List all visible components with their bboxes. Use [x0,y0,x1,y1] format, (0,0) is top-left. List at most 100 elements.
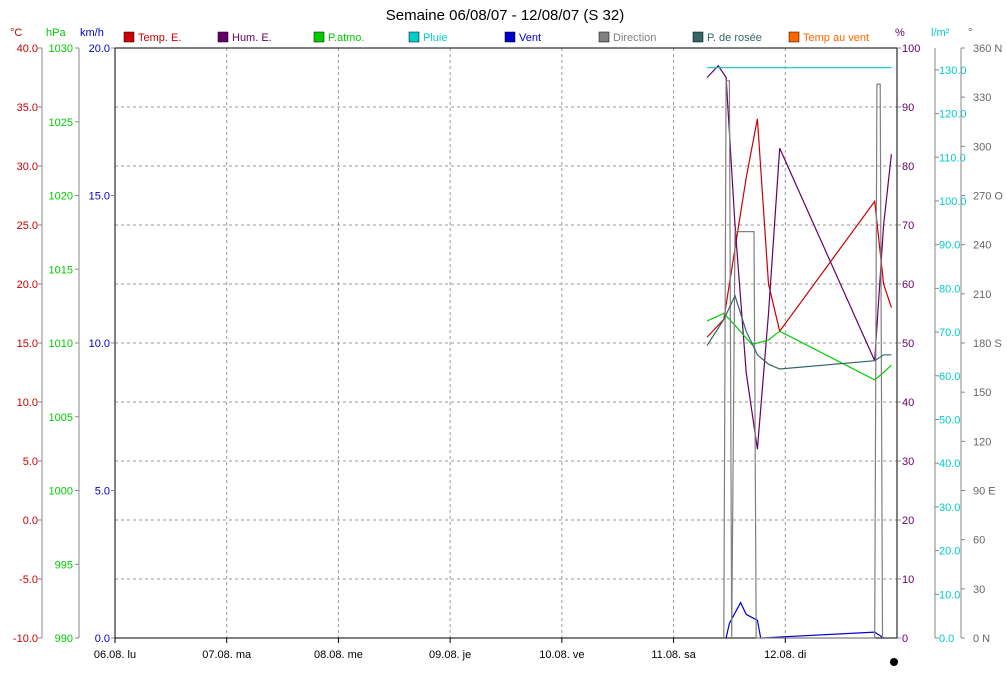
current-time-marker [890,658,898,666]
chart-title: Semaine 06/08/07 - 12/08/07 (S 32) [386,7,625,24]
axis-label-direction-4: 240 [973,240,991,252]
weather-chart: Semaine 06/08/07 - 12/08/07 (S 32) Temp.… [10,7,1003,666]
axis-label-humidity-1: 90 [902,102,914,114]
axis-label-temperature-4: 20.0 [17,279,38,291]
x-tick-label-1: 07.08. ma [202,649,252,661]
axis-label-direction-0: 360 N [973,43,1002,55]
axis-label-wind-0: 20.0 [89,43,110,55]
axis-label-rain-2: 110.0 [939,152,966,164]
series-line-4 [725,601,884,639]
x-tick-label-5: 11.08. sa [651,649,696,661]
axis-label-rain-11: 20.0 [939,546,960,558]
axis-label-temperature-0: 40.0 [17,43,38,55]
axis-label-wind-2: 10.0 [89,338,110,350]
axis-label-rain-1: 120.0 [939,109,967,121]
x-tick-label-4: 10.08. ve [539,649,584,661]
axis-label-pressure-8: 990 [55,633,73,645]
axis-label-pressure-4: 1010 [49,338,73,350]
legend: Temp. E. Hum. E. P.atmo. Pluie Vent Direction… [123,31,869,44]
axis-label-humidity-0: 100 [902,43,920,55]
axis-label-rain-5: 80.0 [939,283,960,295]
axis-label-humidity-3: 70 [902,220,914,232]
grid [115,48,897,638]
axis-label-pressure-6: 1000 [49,486,73,498]
legend-swatch-5 [598,31,610,43]
axis-label-direction-2: 300 [973,141,991,153]
axis-label-rain-13: 0.0 [939,633,954,645]
axis-label-temperature-5: 15.0 [17,338,38,350]
axis-label-temperature-7: 5.0 [23,456,38,468]
axis-label-wind-4: 0.0 [95,633,110,645]
axis-label-humidity-9: 10 [902,574,914,586]
axis-label-humidity-7: 30 [902,456,914,468]
series-group [706,64,892,639]
axis-label-temperature-9: -5.0 [19,574,38,586]
x-tick-label-3: 09.08. je [429,649,471,661]
axis-label-pressure-3: 1015 [49,264,73,276]
axis-label-direction-5: 210 [973,289,991,301]
axis-label-direction-7: 150 [973,387,991,399]
axis-label-temperature-2: 30.0 [17,161,38,173]
axis-label-wind-1: 15.0 [89,191,110,203]
axis-label-direction-11: 30 [973,584,985,596]
axis-label-temperature-10: -10.0 [13,633,38,645]
axis-label-pressure-7: 995 [55,559,73,571]
legend-label-3: Pluie [423,32,447,44]
axis-label-pressure-1: 1025 [49,117,73,129]
axis-unit-direction: ° [968,27,972,39]
axis-label-rain-0: 130.0 [939,65,967,77]
axis-label-rain-3: 100.0 [939,196,967,208]
axis-label-temperature-3: 25.0 [17,220,38,232]
axis-unit-temperature: °C [10,27,22,39]
legend-label-2: P.atmo. [328,32,365,44]
axis-label-pressure-2: 1020 [49,191,73,203]
axis-label-pressure-0: 1030 [49,43,73,55]
axis-label-direction-12: 0 N [973,633,990,645]
legend-label-6: P. de rosée [707,32,762,44]
axis-label-rain-12: 10.0 [939,589,960,601]
axis-label-direction-8: 120 [973,436,991,448]
axis-label-humidity-10: 0 [902,633,908,645]
axis-label-direction-6: 180 S [973,338,1002,350]
axis-label-direction-10: 60 [973,535,985,547]
axis-label-humidity-4: 60 [902,279,914,291]
axis-label-humidity-6: 40 [902,397,914,409]
axis-label-direction-9: 90 E [973,486,996,498]
axis-label-rain-6: 70.0 [939,327,960,339]
x-tick-label-6: 12.08. di [764,649,806,661]
x-tick-label-2: 08.08. me [314,649,363,661]
legend-swatch-1 [217,31,229,43]
axis-label-rain-9: 40.0 [939,458,960,470]
series-line-5 [723,80,884,639]
axis-unit-rain: l/m² [931,27,950,39]
axis-label-direction-3: 270 O [973,191,1003,203]
legend-label-1: Hum. E. [232,32,272,44]
legend-swatch-6 [692,31,704,43]
axis-label-temperature-8: 0.0 [23,515,38,527]
legend-label-5: Direction [613,32,656,44]
axis-unit-humidity: % [895,27,905,39]
axes: 40.0 35.0 30.0 25.0 20.0 15.0 10.0 5.0 0.0 -5.0 -1… [13,43,1003,645]
legend-swatch-4 [504,31,516,43]
axis-label-direction-1: 330 [973,92,991,104]
axis-label-temperature-1: 35.0 [17,102,38,114]
axis-label-wind-3: 5.0 [95,486,110,498]
legend-label-7: Temp au vent [803,32,869,44]
axis-label-rain-10: 30.0 [939,502,960,514]
legend-swatch-3 [408,31,420,43]
x-tick-label-0: 06.08. lu [94,649,136,661]
legend-label-4: Vent [519,32,541,44]
axis-label-rain-7: 60.0 [939,371,960,383]
axis-unit-wind: km/h [80,27,104,39]
legend-swatch-0 [123,31,135,43]
axis-label-humidity-5: 50 [902,338,914,350]
legend-swatch-7 [788,31,800,43]
legend-label-0: Temp. E. [138,32,181,44]
axis-label-humidity-2: 80 [902,161,914,173]
legend-swatch-2 [313,31,325,43]
axis-label-pressure-5: 1005 [49,412,73,424]
axis-label-temperature-6: 10.0 [17,397,38,409]
axis-label-humidity-8: 20 [902,515,914,527]
x-axis-ticks: 06.08. lu 07.08. ma 08.08. me 09.08. je 10.0… [94,638,898,666]
axis-unit-pressure: hPa [46,27,66,39]
